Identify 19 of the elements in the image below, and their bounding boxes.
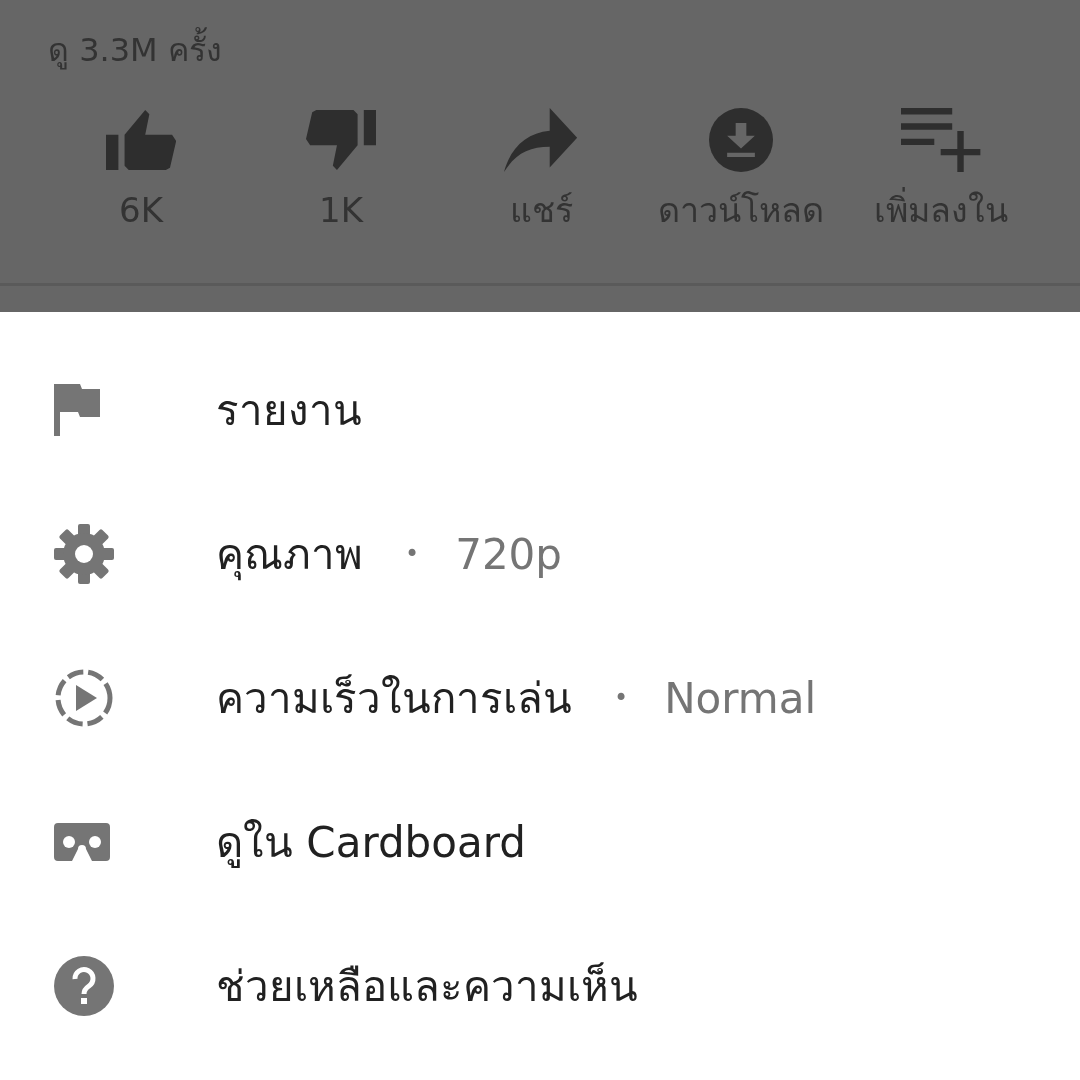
separator-dot: •	[614, 684, 629, 712]
download-icon	[709, 108, 773, 172]
menu-item[interactable]: ดูใน Cardboard	[0, 770, 1080, 914]
playback-speed-icon	[54, 668, 114, 728]
add-to-playlist-icon	[901, 108, 981, 172]
thumb-up-icon	[105, 108, 177, 172]
current-value: Normal	[664, 673, 817, 723]
menu-item[interactable]: ช่วยเหลือและความเห็น	[0, 914, 1080, 1058]
separator-dot: •	[405, 540, 420, 568]
menu-item[interactable]: คุณภาพ • 720p	[0, 482, 1080, 626]
vr-headset-icon	[54, 823, 110, 861]
current-value: 720p	[455, 529, 562, 579]
help-icon	[54, 956, 114, 1016]
menu-item[interactable]: ความเร็วในการเล่น • Normal	[0, 626, 1080, 770]
thumb-down-icon	[305, 108, 377, 172]
settings-icon	[54, 524, 114, 584]
share-arrow-icon	[504, 108, 578, 172]
menu-item[interactable]: รายงาน	[0, 338, 1080, 482]
flag-icon	[54, 384, 100, 436]
